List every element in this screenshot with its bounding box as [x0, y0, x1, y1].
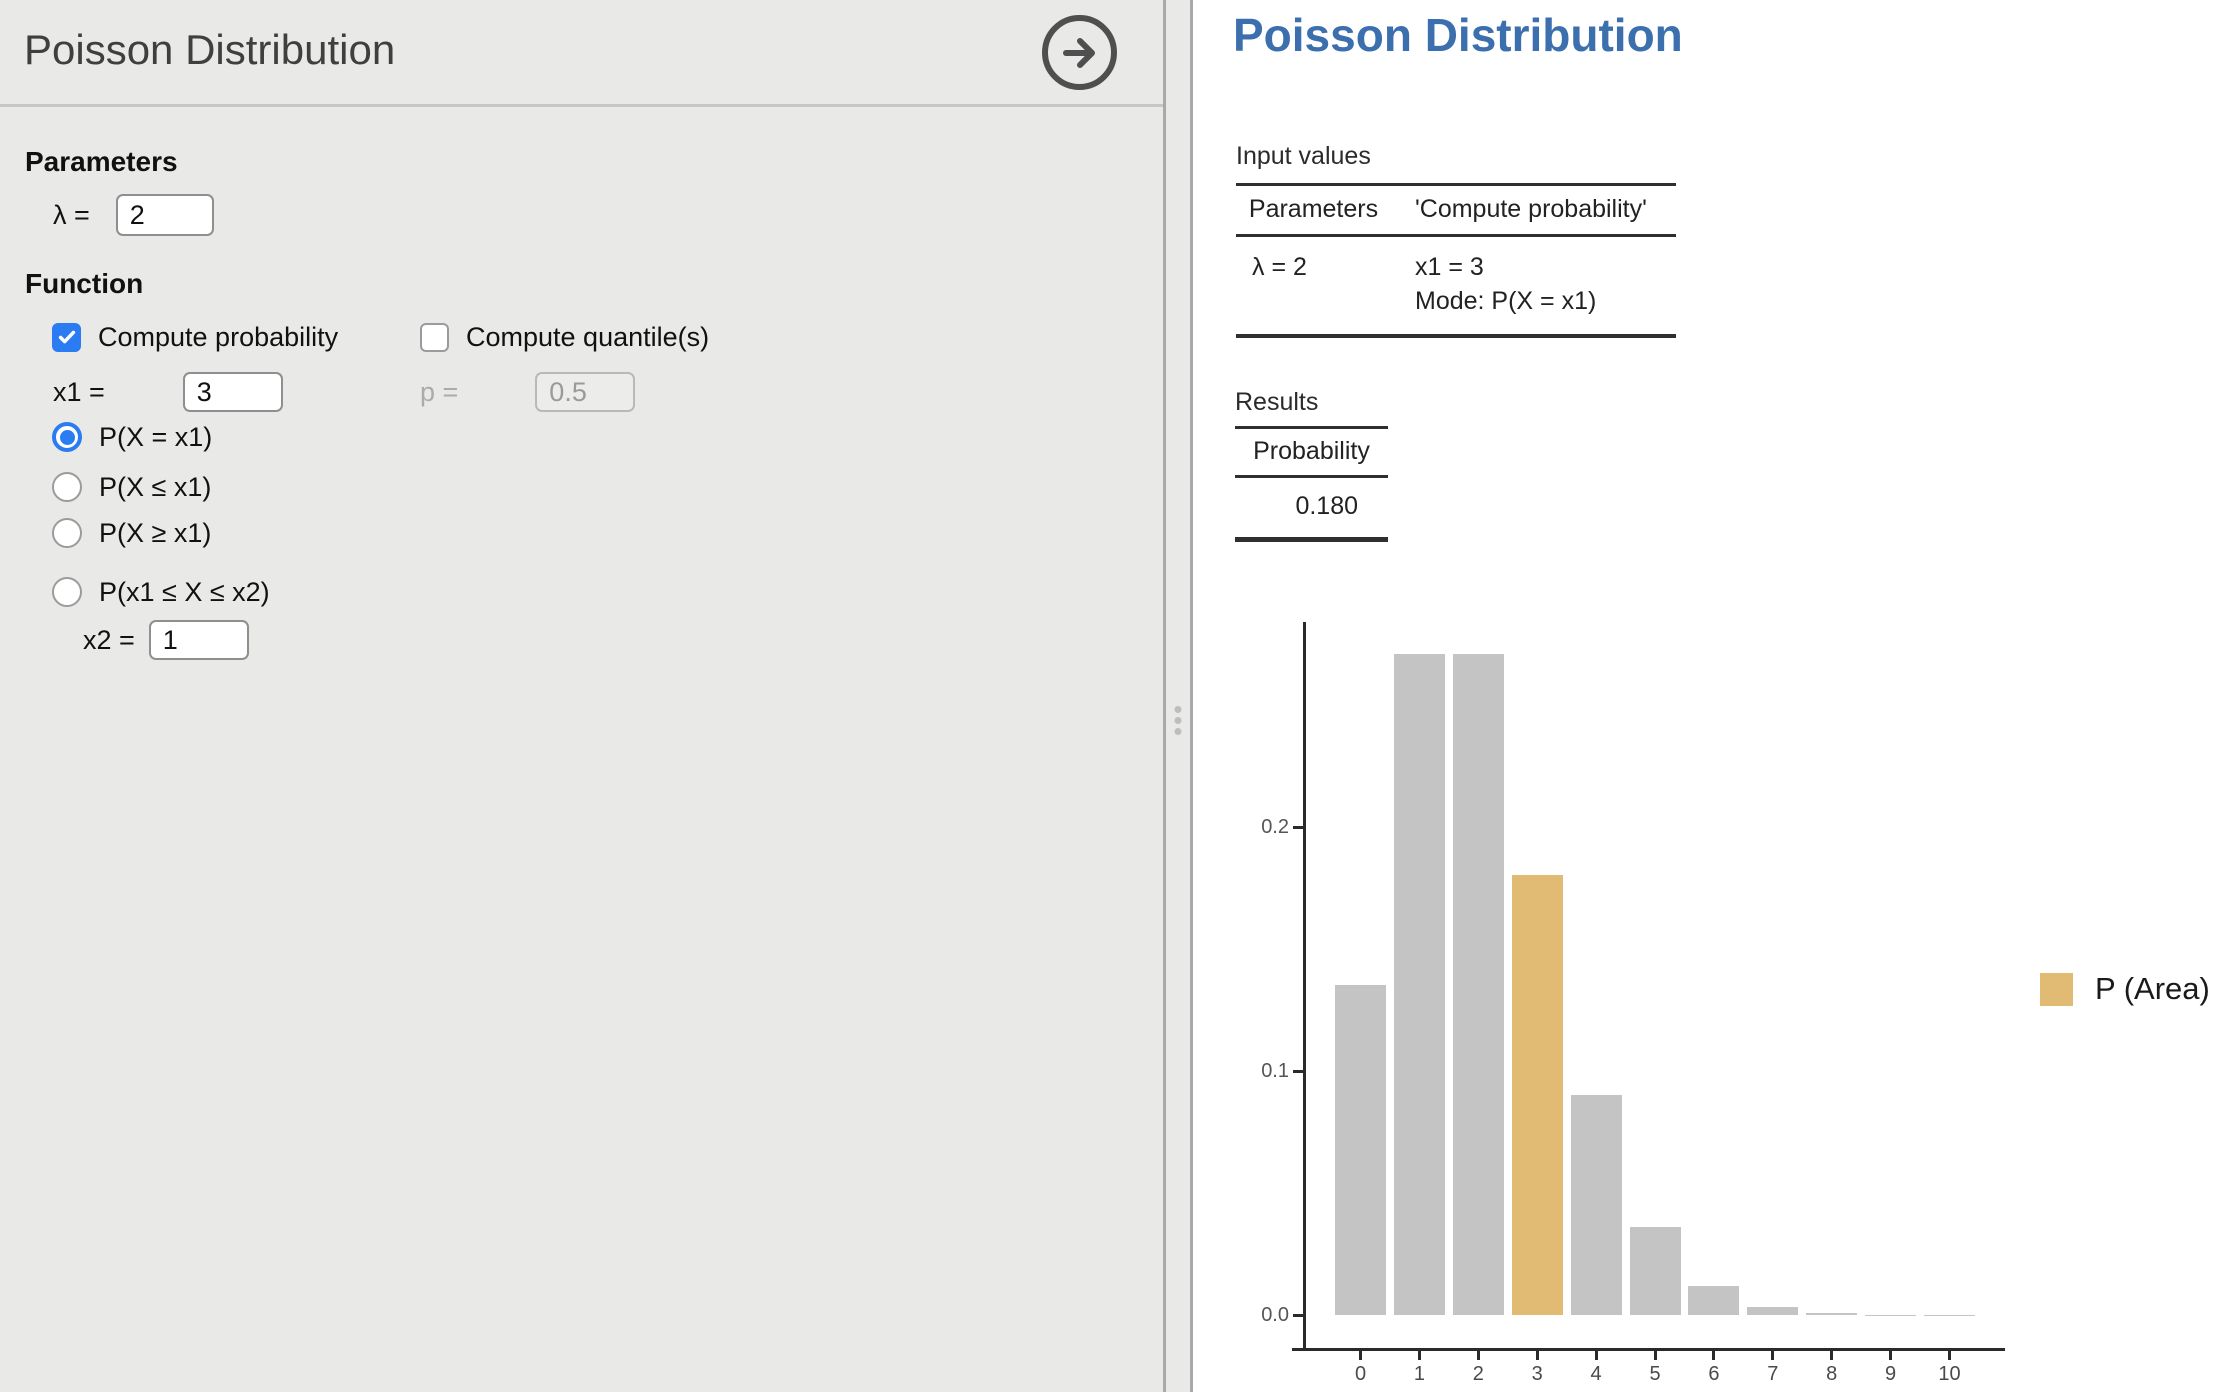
x-tick: [1359, 1351, 1362, 1360]
bar-x6: [1688, 1286, 1739, 1315]
y-axis-line: [1303, 622, 1306, 1351]
compute-probability-checkbox[interactable]: [52, 323, 81, 352]
x-tick: [1536, 1351, 1539, 1360]
x2-row: x2 =: [83, 620, 249, 660]
x-tick-label: 9: [1861, 1362, 1921, 1386]
bar-x1: [1394, 654, 1445, 1315]
bar-x7: [1747, 1307, 1798, 1315]
parameters-heading: Parameters: [25, 146, 178, 178]
compute-quantiles-row: Compute quantile(s): [420, 322, 709, 352]
x1-label: x1 =: [53, 377, 105, 408]
lambda-label: λ =: [53, 200, 90, 231]
y-tick-label: 0.2: [1219, 813, 1289, 841]
radio-label[interactable]: P(x1 ≤ X ≤ x2): [99, 577, 270, 608]
bar-x2: [1453, 654, 1504, 1315]
compute-quantiles-label[interactable]: Compute quantile(s): [466, 322, 709, 353]
bar-x5: [1630, 1227, 1681, 1315]
radio-label[interactable]: P(X ≤ x1): [99, 472, 211, 503]
x-tick: [1418, 1351, 1421, 1360]
check-icon: [56, 326, 78, 348]
app-window: Poisson Distribution Parameters λ = Func…: [0, 0, 2234, 1392]
y-tick-label: 0.1: [1219, 1057, 1289, 1085]
x-tick: [1889, 1351, 1892, 1360]
p-label: p =: [420, 377, 458, 408]
bar-x8: [1806, 1313, 1857, 1315]
y-tick: [1293, 1314, 1303, 1317]
arrow-right-icon: [1059, 32, 1101, 74]
grip-dots-icon: [1175, 706, 1182, 735]
function-heading: Function: [25, 268, 143, 300]
x-tick-label: 3: [1507, 1362, 1567, 1386]
y-tick: [1293, 1070, 1303, 1073]
lambda-row: λ =: [53, 194, 214, 236]
x-tick-label: 0: [1331, 1362, 1391, 1386]
x-tick: [1477, 1351, 1480, 1360]
x-tick-label: 7: [1743, 1362, 1803, 1386]
x-tick-label: 10: [1920, 1362, 1980, 1386]
radio-label[interactable]: P(X = x1): [99, 422, 212, 453]
radio-row-p-between: P(x1 ≤ X ≤ x2): [52, 577, 270, 607]
bar-x3: [1512, 875, 1563, 1315]
x-tick-label: 5: [1625, 1362, 1685, 1386]
p-input[interactable]: [535, 372, 635, 412]
legend-label: P (Area): [2095, 972, 2210, 1006]
x-tick: [1948, 1351, 1951, 1360]
x2-input[interactable]: [149, 620, 249, 660]
controls-panel: Poisson Distribution Parameters λ = Func…: [0, 0, 1163, 1392]
x2-label: x2 =: [83, 625, 135, 656]
x-tick-label: 2: [1448, 1362, 1508, 1386]
panel-resize-handle[interactable]: [1163, 0, 1193, 1392]
x1-row: x1 =: [53, 372, 283, 412]
x1-input[interactable]: [183, 372, 283, 412]
x-tick: [1712, 1351, 1715, 1360]
output-panel: Poisson Distribution Input values Parame…: [1193, 0, 2234, 1392]
page-title: Poisson Distribution: [24, 14, 395, 86]
x-tick: [1595, 1351, 1598, 1360]
radio-button[interactable]: [52, 518, 82, 548]
lambda-input[interactable]: [116, 194, 214, 236]
x-tick-label: 1: [1389, 1362, 1449, 1386]
x-tick: [1771, 1351, 1774, 1360]
x-tick-label: 8: [1802, 1362, 1862, 1386]
radio-row-p-geq: P(X ≥ x1): [52, 518, 211, 548]
distribution-plot: 0.0 0.1 0.2 012345678910: [1193, 0, 2234, 1392]
x-axis-line: [1292, 1348, 2005, 1351]
radio-button[interactable]: [52, 577, 82, 607]
radio-row-p-equal: P(X = x1): [52, 422, 212, 452]
radio-button[interactable]: [52, 472, 82, 502]
bar-x0: [1335, 985, 1386, 1315]
y-tick-label: 0.0: [1219, 1301, 1289, 1329]
radio-row-p-leq: P(X ≤ x1): [52, 472, 211, 502]
x-tick-label: 6: [1684, 1362, 1744, 1386]
radio-label[interactable]: P(X ≥ x1): [99, 518, 211, 549]
compute-probability-row: Compute probability: [52, 322, 338, 352]
y-tick: [1293, 826, 1303, 829]
radio-button[interactable]: [52, 422, 82, 452]
p-row: p =: [420, 373, 635, 411]
x-tick: [1830, 1351, 1833, 1360]
x-tick: [1654, 1351, 1657, 1360]
bar-x4: [1571, 1095, 1622, 1315]
compute-quantiles-checkbox[interactable]: [420, 323, 449, 352]
legend-swatch: [2040, 973, 2073, 1006]
x-tick-label: 4: [1566, 1362, 1626, 1386]
panel-header: Poisson Distribution: [0, 0, 1163, 107]
compute-probability-label[interactable]: Compute probability: [98, 322, 338, 353]
submit-arrow-button[interactable]: [1042, 15, 1117, 90]
legend: P (Area): [2040, 972, 2210, 1006]
